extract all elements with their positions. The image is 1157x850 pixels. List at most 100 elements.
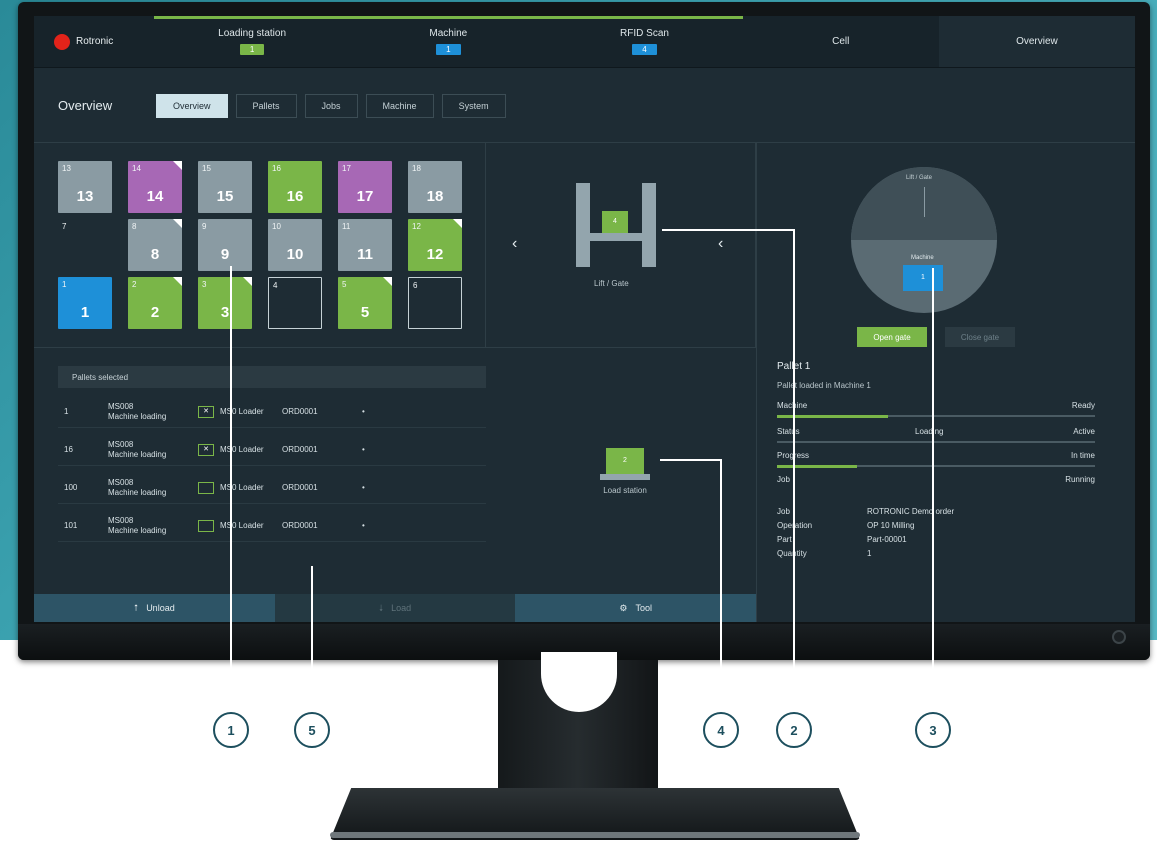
lift-post-right — [642, 183, 656, 267]
row-order-code: ORD0001 — [282, 445, 318, 454]
pallet-tile[interactable]: 88 — [128, 219, 182, 271]
callout-line-5 — [311, 566, 313, 712]
row-checkbox[interactable]: ✕ — [198, 443, 214, 456]
row-checkbox[interactable]: ✕ — [198, 405, 214, 418]
detail-value: 1 — [867, 549, 872, 558]
load-station-base — [600, 474, 650, 480]
lift-pallet[interactable]: 4 — [602, 211, 628, 233]
lift-post-left — [576, 183, 590, 267]
tile-slot-number: 2 — [132, 280, 137, 289]
detail-subtitle: Pallet loaded in Machine 1 — [777, 381, 871, 390]
pallet-tile[interactable]: 55 — [338, 277, 392, 329]
list-item[interactable]: 101 MS008 Machine loading MS0 Loader ORD0… — [58, 510, 486, 542]
detail-key: Part — [777, 535, 792, 544]
pallet-tile[interactable]: 13 13 — [58, 161, 112, 213]
filter-tab-machine[interactable]: Machine — [365, 94, 434, 118]
row-name: MS008 Machine loading — [108, 440, 198, 460]
row-menu-icon[interactable]: • — [362, 521, 372, 530]
app-screen: Rotronic Loading station 1 Machine 1 RFI… — [34, 16, 1135, 622]
metric-progress-fill — [777, 465, 857, 468]
filter-tab-system[interactable]: System — [441, 94, 506, 118]
tile-slot-number: 7 — [62, 222, 67, 231]
pallet-tile[interactable]: 18 18 — [408, 161, 462, 213]
pallet-tile[interactable]: 99 — [198, 219, 252, 271]
row-order-code: ORD0001 — [282, 483, 318, 492]
callout-line-2-v — [793, 229, 795, 712]
tile-pallet-number: 10 — [286, 246, 304, 263]
row-name-primary: MS008 — [108, 477, 134, 487]
tile-slot-number: 15 — [202, 164, 211, 173]
row-menu-icon[interactable]: • — [362, 445, 372, 454]
list-header: Pallets selected — [58, 366, 486, 388]
filter-tab-overview[interactable]: Overview — [156, 94, 228, 118]
tile-slot-number: 13 — [62, 164, 71, 173]
tile-slot-number: 4 — [273, 281, 278, 290]
tab-machine[interactable]: Machine 1 — [350, 16, 547, 67]
load-label: Load — [391, 603, 412, 613]
tab-count-badge: 1 — [239, 44, 265, 55]
tile-flag-icon — [173, 277, 182, 286]
lift-dial: Lift / Gate Machine 1 — [851, 167, 997, 313]
tab-loading-station[interactable]: Loading station 1 — [154, 16, 351, 67]
pallet-tile[interactable]: 10 10 — [268, 219, 322, 271]
load-station-pallet[interactable]: 2 — [606, 448, 644, 474]
pallet-tile[interactable]: 11 — [58, 277, 112, 329]
tab-cell[interactable]: Cell — [743, 16, 939, 67]
metric-label: Status — [777, 427, 800, 436]
pallet-tile[interactable]: 12 12 — [408, 219, 462, 271]
list-item[interactable]: 100 MS008 Machine loading MS0 Loader ORD0… — [58, 472, 486, 504]
pallet-tile[interactable]: 17 17 — [338, 161, 392, 213]
tile-flag-icon — [453, 219, 462, 228]
tab-overview[interactable]: Overview — [938, 16, 1135, 67]
pallet-tile[interactable]: 4 — [268, 277, 322, 329]
callout-line-4-v — [720, 459, 722, 712]
tool-label: Tool — [635, 603, 652, 613]
list-item[interactable]: 16 MS008 Machine loading ✕ MS0 Loader ORD… — [58, 434, 486, 466]
tile-slot-number: 6 — [413, 281, 418, 290]
detail-value: Part-00001 — [867, 535, 907, 544]
row-checkbox[interactable] — [198, 481, 214, 494]
pallet-tile[interactable]: 7 — [58, 219, 112, 271]
close-gate-button[interactable]: Close gate — [945, 327, 1015, 347]
tile-pallet-number: 2 — [150, 304, 160, 321]
row-checkbox[interactable] — [198, 519, 214, 532]
brand[interactable]: Rotronic — [34, 16, 154, 67]
list-item[interactable]: 1 MS008 Machine loading ✕ MS0 Loader ORD0… — [58, 396, 486, 428]
pallet-tile[interactable]: 11 11 — [338, 219, 392, 271]
open-gate-button[interactable]: Open gate — [857, 327, 927, 347]
pallet-tile[interactable]: 16 16 — [268, 161, 322, 213]
callout-badge-5: 5 — [294, 712, 330, 748]
tab-rfid-scan[interactable]: RFID Scan 4 — [546, 16, 743, 67]
prev-chevron-icon[interactable]: ‹ — [512, 235, 517, 253]
brand-logo-icon — [54, 33, 70, 50]
monitor-stand-base-edge — [330, 832, 860, 838]
tab-label: Machine — [429, 28, 468, 39]
tile-pallet-number: 16 — [286, 188, 304, 205]
tile-pallet-number: 17 — [356, 188, 374, 205]
next-chevron-icon[interactable]: ‹ — [718, 235, 723, 253]
row-order-code: ORD0001 — [282, 407, 318, 416]
callout-badge-2: 2 — [776, 712, 812, 748]
row-menu-icon[interactable]: • — [362, 407, 372, 416]
pallet-tile[interactable]: 6 — [408, 277, 462, 329]
unload-button[interactable]: ⭡ Unload — [34, 594, 275, 622]
pallet-tile[interactable]: 33 — [198, 277, 252, 329]
pallet-tile[interactable]: 14 14 — [128, 161, 182, 213]
row-menu-icon[interactable]: • — [362, 483, 372, 492]
pallet-tile[interactable]: 15 15 — [198, 161, 252, 213]
dial-top-label: Lift / Gate — [906, 175, 933, 181]
download-arrow-icon: ⭣ — [378, 602, 384, 613]
brand-name: Rotronic — [76, 36, 114, 47]
gear-icon: ⚙ — [619, 602, 628, 613]
pallet-tile[interactable]: 22 — [128, 277, 182, 329]
callout-line-2-h — [662, 229, 795, 231]
filter-tab-jobs[interactable]: Jobs — [304, 94, 358, 118]
filter-tab-pallets[interactable]: Pallets — [235, 94, 297, 118]
tile-slot-number: 8 — [132, 222, 137, 231]
row-id: 16 — [64, 445, 73, 454]
lift-panel: ‹ ‹ 4 Lift / Gate — [486, 143, 756, 348]
dial-pallet[interactable]: 1 — [903, 265, 943, 291]
tile-slot-number: 14 — [132, 164, 141, 173]
upload-arrow-icon: ⭡ — [133, 602, 139, 613]
tile-pallet-number: 1 — [80, 304, 90, 321]
